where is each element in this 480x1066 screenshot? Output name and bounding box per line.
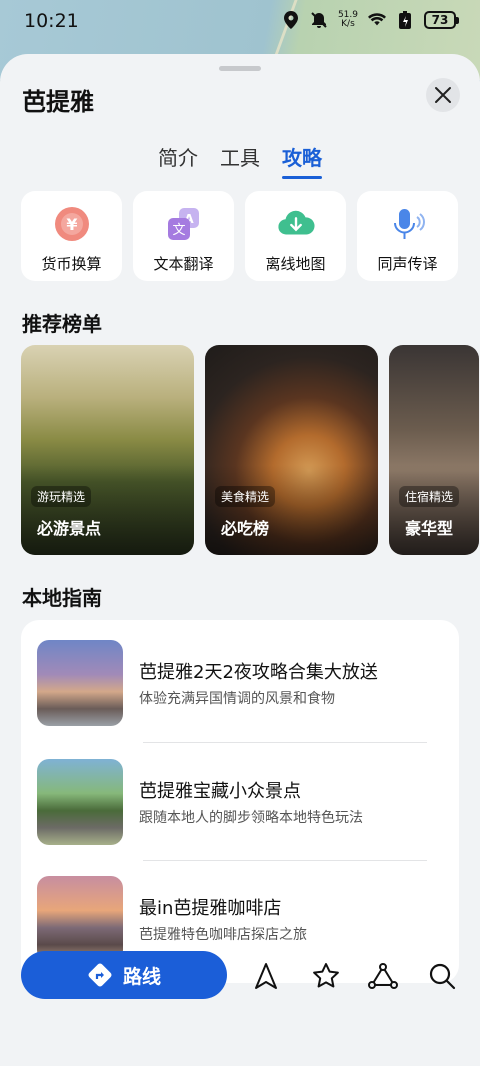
card-shade — [205, 465, 378, 555]
favorite-star-icon[interactable] — [310, 960, 342, 992]
battery-saver-icon — [396, 11, 414, 29]
card-name: 必吃榜 — [221, 519, 270, 538]
status-bar: 10:21 51.9 K/s 73 — [0, 0, 480, 44]
simultaneous-interpretation-icon — [389, 205, 427, 243]
net-speed-unit: K/s — [341, 19, 355, 29]
navigate-icon[interactable] — [250, 960, 282, 992]
svg-text:¥: ¥ — [66, 215, 77, 234]
guide-title: 本地指南 — [22, 586, 102, 610]
card-name: 必游景点 — [37, 519, 102, 538]
page-title: 芭提雅 — [22, 88, 94, 116]
search-icon[interactable] — [426, 960, 458, 992]
guide-list: 芭提雅2天2夜攻略合集大放送 体验充满异国情调的风景和食物 芭提雅宝藏小众景点 … — [21, 620, 459, 983]
currency-exchange-icon: ¥ — [53, 205, 91, 243]
card-tag: 游玩精选 — [31, 486, 92, 507]
tab-tools[interactable]: 工具 — [220, 142, 260, 179]
tool-translate[interactable]: A文 文本翻译 — [133, 191, 234, 281]
bottom-sheet: 芭提雅 简介 工具 攻略 ¥ 货币换算 A文 文本翻译 离线地图 同声传译 推荐… — [0, 54, 480, 1066]
guide-item-title: 芭提雅宝藏小众景点 — [139, 781, 301, 802]
tab-guide[interactable]: 攻略 — [282, 142, 322, 179]
tool-label: 货币换算 — [41, 255, 102, 273]
route-button[interactable]: 路线 — [21, 951, 227, 999]
svg-text:文: 文 — [172, 223, 185, 238]
card-name: 豪华型 — [405, 519, 454, 538]
card-shade — [21, 465, 194, 555]
guide-item-subtitle: 芭提雅特色咖啡店探店之旅 — [139, 927, 307, 943]
route-turn-icon — [88, 963, 112, 987]
tab-intro[interactable]: 简介 — [158, 142, 198, 179]
status-time: 10:21 — [24, 10, 79, 32]
bottom-action-bar: 路线 — [0, 946, 480, 1012]
mute-icon — [310, 11, 328, 29]
card-tag: 住宿精选 — [399, 486, 460, 507]
text-translate-icon: A文 — [165, 205, 203, 243]
list-item[interactable]: 芭提雅2天2夜攻略合集大放送 体验充满异国情调的风景和食物 — [37, 640, 443, 726]
guide-thumbnail — [37, 759, 123, 845]
tool-interpretation[interactable]: 同声传译 — [357, 191, 458, 281]
recommend-card[interactable]: 游玩精选 必游景点 — [21, 345, 194, 555]
recommend-carousel[interactable]: 游玩精选 必游景点 美食精选 必吃榜 住宿精选 豪华型 — [21, 345, 479, 555]
tools-row: ¥ 货币换算 A文 文本翻译 离线地图 同声传译 — [21, 191, 458, 281]
recommend-card[interactable]: 住宿精选 豪华型 — [389, 345, 479, 555]
offline-map-icon — [277, 205, 315, 243]
tab-bar: 简介 工具 攻略 — [0, 142, 480, 179]
divider — [143, 860, 427, 861]
recommend-card[interactable]: 美食精选 必吃榜 — [205, 345, 378, 555]
tool-label: 离线地图 — [265, 255, 326, 273]
sheet-drag-handle[interactable] — [219, 66, 261, 71]
battery-indicator: 73 — [424, 11, 459, 29]
wifi-icon — [368, 11, 386, 29]
location-icon — [282, 11, 300, 29]
tool-label: 文本翻译 — [153, 255, 214, 273]
net-speed: 51.9 K/s — [338, 11, 358, 29]
share-route-icon[interactable] — [367, 960, 399, 992]
list-item[interactable]: 芭提雅宝藏小众景点 跟随本地人的脚步领略本地特色玩法 — [37, 759, 443, 845]
tool-label: 同声传译 — [377, 255, 438, 273]
tool-offline-map[interactable]: 离线地图 — [245, 191, 346, 281]
tool-currency[interactable]: ¥ 货币换算 — [21, 191, 122, 281]
close-icon — [435, 87, 451, 103]
guide-item-subtitle: 跟随本地人的脚步领略本地特色玩法 — [139, 810, 363, 826]
guide-item-title: 芭提雅2天2夜攻略合集大放送 — [139, 662, 378, 683]
card-tag: 美食精选 — [215, 486, 276, 507]
guide-item-subtitle: 体验充满异国情调的风景和食物 — [139, 691, 335, 707]
card-shade — [389, 465, 479, 555]
guide-thumbnail — [37, 640, 123, 726]
status-icons: 51.9 K/s 73 — [282, 11, 459, 29]
route-label: 路线 — [122, 965, 161, 988]
recommend-title: 推荐榜单 — [22, 312, 102, 336]
divider — [143, 742, 427, 743]
guide-item-title: 最in芭提雅咖啡店 — [139, 898, 282, 919]
close-button[interactable] — [426, 78, 460, 112]
